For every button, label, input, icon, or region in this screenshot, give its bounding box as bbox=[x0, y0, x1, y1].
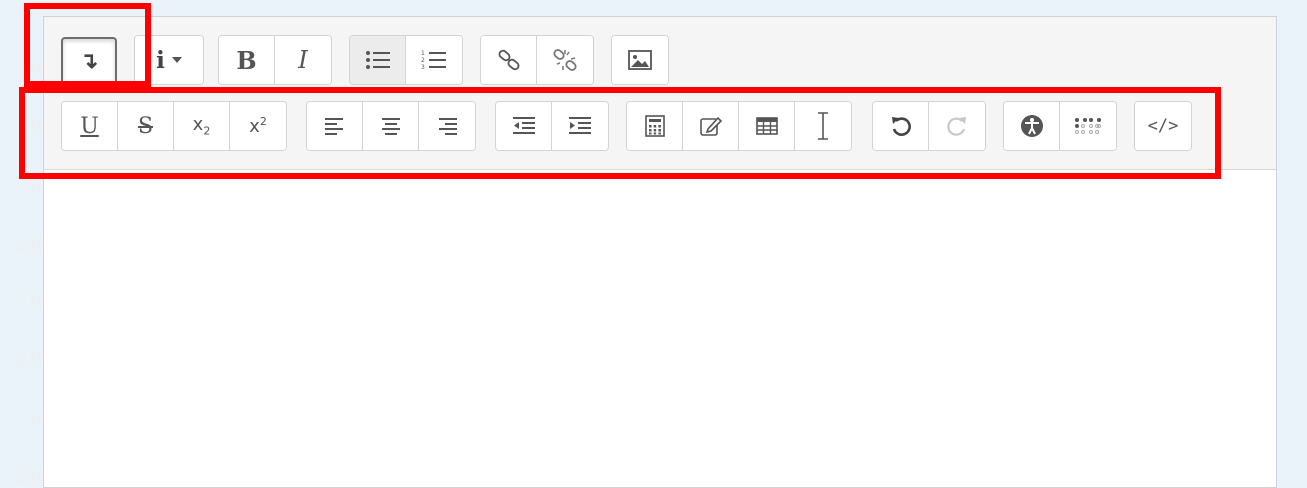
align-left-button[interactable] bbox=[307, 102, 363, 150]
list-group: 1 2 3 bbox=[349, 35, 463, 85]
clear-formatting-button[interactable] bbox=[795, 102, 851, 150]
code-icon: </> bbox=[1147, 116, 1179, 136]
italic-icon: I bbox=[298, 46, 308, 74]
link-button[interactable] bbox=[481, 36, 537, 84]
align-right-icon bbox=[439, 118, 457, 135]
media-group bbox=[611, 35, 669, 85]
indent-icon bbox=[569, 117, 591, 134]
underline-button[interactable]: U bbox=[62, 102, 118, 150]
outdent-button[interactable] bbox=[496, 102, 552, 150]
align-center-button[interactable] bbox=[363, 102, 419, 150]
source-group: </> bbox=[1134, 101, 1192, 151]
strikethrough-icon: S bbox=[137, 113, 154, 139]
subscript-icon: x2 bbox=[192, 114, 211, 138]
accessibility-icon bbox=[1020, 115, 1043, 137]
paragraph-group: i bbox=[134, 35, 204, 85]
italic-button[interactable]: I bbox=[275, 36, 331, 84]
link-icon bbox=[498, 49, 519, 71]
redo-icon bbox=[947, 117, 966, 136]
superscript-icon: x2 bbox=[249, 115, 267, 137]
text-decoration-group: U S x2 x2 bbox=[61, 101, 287, 151]
font-style-group: B I bbox=[218, 35, 332, 85]
insert-group bbox=[626, 101, 852, 151]
undo-icon bbox=[891, 117, 911, 136]
table-icon bbox=[755, 117, 778, 135]
svg-text:1: 1 bbox=[421, 50, 425, 57]
alignment-group bbox=[306, 101, 476, 151]
svg-text:3: 3 bbox=[421, 64, 425, 71]
strikethrough-button[interactable]: S bbox=[118, 102, 174, 150]
redo-button[interactable] bbox=[929, 102, 985, 150]
align-left-icon bbox=[324, 118, 343, 135]
i-beam-icon bbox=[818, 112, 828, 140]
svg-text:2: 2 bbox=[421, 57, 425, 64]
undo-button[interactable] bbox=[873, 102, 929, 150]
info-dropdown-icon: i bbox=[156, 47, 182, 74]
accessibility-group bbox=[1003, 101, 1117, 151]
unordered-list-icon bbox=[365, 51, 390, 69]
link-group bbox=[480, 35, 594, 85]
image-icon bbox=[628, 50, 652, 70]
pencil-square-icon bbox=[699, 116, 722, 136]
braille-icon bbox=[1075, 118, 1101, 134]
calculator-icon bbox=[644, 115, 665, 137]
ordered-list-icon: 1 2 3 bbox=[421, 50, 446, 71]
unlink-button[interactable] bbox=[537, 36, 593, 84]
indent-group bbox=[495, 101, 609, 151]
show-more-buttons-icon: ↴ bbox=[79, 48, 99, 73]
bold-button[interactable]: B bbox=[219, 36, 275, 84]
editor-content-area[interactable] bbox=[44, 170, 1276, 487]
unlink-icon bbox=[553, 49, 577, 71]
outdent-icon bbox=[512, 117, 535, 134]
indent-button[interactable] bbox=[552, 102, 608, 150]
paragraph-styles-button[interactable]: i bbox=[135, 36, 203, 84]
html-source-button[interactable]: </> bbox=[1135, 102, 1191, 150]
align-right-button[interactable] bbox=[419, 102, 475, 150]
text-editor: 2017078202720170782027201707820272017078… bbox=[14, 16, 1277, 488]
unordered-list-button[interactable] bbox=[350, 36, 406, 84]
accessibility-checker-button[interactable] bbox=[1004, 102, 1060, 150]
align-center-icon bbox=[381, 118, 400, 135]
bold-icon: B bbox=[236, 45, 257, 75]
table-button[interactable] bbox=[739, 102, 795, 150]
edit-button[interactable] bbox=[683, 102, 739, 150]
history-group bbox=[872, 101, 986, 151]
show-more-buttons[interactable]: ↴ bbox=[61, 37, 117, 85]
editor-toolbar: ↴ i B I 1 2 3 U S x2 x2 </> bbox=[44, 17, 1276, 170]
superscript-button[interactable]: x2 bbox=[230, 102, 286, 150]
subscript-button[interactable]: x2 bbox=[174, 102, 230, 150]
screen-reader-helper-button[interactable] bbox=[1060, 102, 1116, 150]
equation-button[interactable] bbox=[627, 102, 683, 150]
ordered-list-button[interactable]: 1 2 3 bbox=[406, 36, 462, 84]
image-button[interactable] bbox=[612, 36, 668, 84]
underline-icon: U bbox=[80, 113, 99, 139]
